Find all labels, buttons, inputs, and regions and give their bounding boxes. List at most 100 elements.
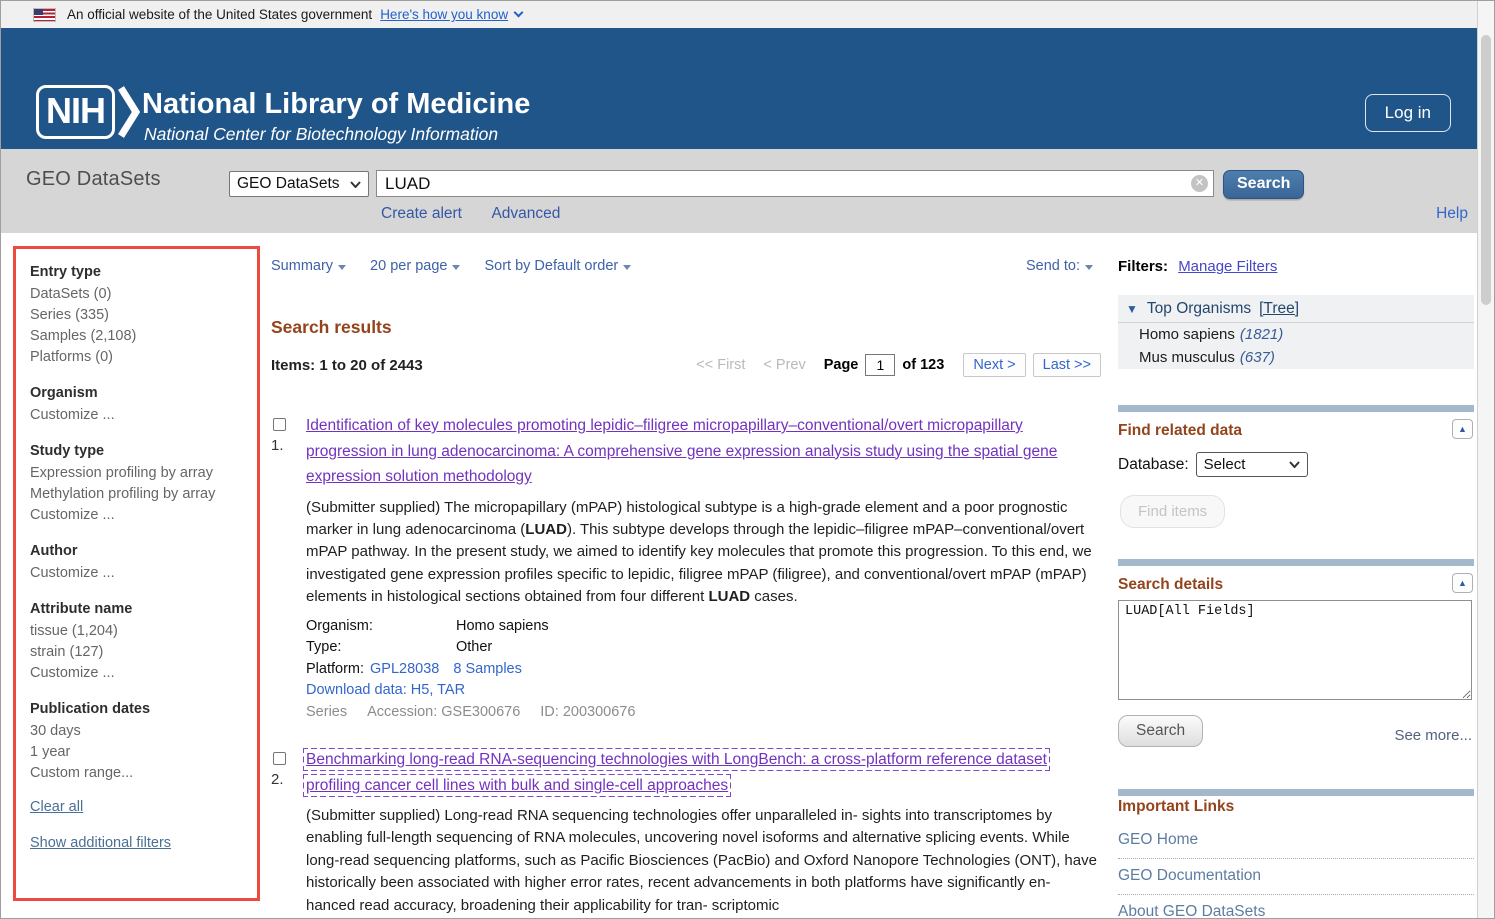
filter-group: Author Customize ...: [30, 541, 247, 583]
filter-item[interactable]: Expression profiling by array: [30, 462, 247, 483]
search-details-search-button[interactable]: Search: [1118, 715, 1204, 747]
advanced-link[interactable]: Advanced: [491, 205, 560, 222]
filter-group-title: Author: [30, 543, 78, 559]
samples-link[interactable]: 8 Samples: [453, 661, 522, 677]
page-total: of 123: [902, 357, 945, 373]
filter-group: Publication dates 30 days 1 year Custom ran…: [30, 699, 247, 783]
summary-dropdown[interactable]: Summary: [271, 258, 347, 274]
page-number-input[interactable]: [865, 354, 896, 376]
search-sub-links: Create alert Advanced: [381, 205, 586, 223]
send-to-dropdown[interactable]: Send to:: [1026, 258, 1093, 274]
search-button[interactable]: Search: [1223, 170, 1305, 199]
show-additional-filters-link[interactable]: Show additional filters: [30, 835, 247, 851]
filters-label: Filters:: [1118, 258, 1169, 275]
filter-item[interactable]: Customize ...: [30, 404, 247, 425]
result-title-link[interactable]: Identification of key molecules promotin…: [306, 417, 1057, 485]
select-chevron-icon: [350, 180, 361, 188]
filter-item[interactable]: tissue (1,204): [30, 620, 247, 641]
result-description: (Submitter supplied) The micropapillary …: [306, 498, 1092, 606]
pagination: << First < Prev Page of 123 Next > Last …: [696, 353, 1101, 377]
content-area: Entry type DataSets (0) Series (335) Sample…: [1, 233, 1494, 918]
last-page-button[interactable]: Last >>: [1032, 353, 1101, 377]
header-title: National Library of Medicine: [142, 88, 531, 120]
top-organisms-box: ▼ Top Organisms [Tree] Homo sapiens (1821…: [1118, 295, 1474, 369]
filter-item[interactable]: Methylation profiling by array: [30, 483, 247, 504]
organism-item[interactable]: Mus musculus (637): [1118, 346, 1474, 369]
series-accession: Accession: GSE300676: [367, 703, 521, 720]
app-title: GEO DataSets: [26, 168, 161, 190]
download-data-link[interactable]: Download data: H5, TAR: [306, 682, 465, 698]
sort-dropdown[interactable]: Sort by Default order: [484, 258, 632, 274]
gov-banner: An official website of the United States…: [1, 1, 1494, 28]
related-database-select[interactable]: Select: [1195, 452, 1308, 477]
scrollbar-thumb[interactable]: [1481, 35, 1491, 305]
organism-count: (637): [1239, 349, 1275, 366]
manage-filters-link[interactable]: Manage Filters: [1178, 258, 1277, 275]
login-button[interactable]: Log in: [1364, 94, 1451, 132]
important-link[interactable]: GEO Home: [1118, 823, 1474, 859]
find-items-button[interactable]: Find items: [1120, 495, 1226, 528]
filter-item[interactable]: strain (127): [30, 641, 247, 662]
next-page-button[interactable]: Next >: [963, 353, 1026, 377]
filter-item[interactable]: Samples (2,108): [30, 325, 247, 346]
help-link[interactable]: Help: [1436, 205, 1468, 223]
important-link[interactable]: About GEO DataSets: [1118, 895, 1474, 918]
filter-item[interactable]: Customize ...: [30, 504, 247, 525]
result-checkbox[interactable]: [273, 752, 286, 766]
database-select[interactable]: GEO DataSets: [229, 171, 369, 197]
filter-item[interactable]: Customize ...: [30, 562, 247, 583]
result-body: Benchmarking long-read RNA-sequencing te…: [303, 747, 1101, 917]
nih-logo-chevron-icon: [118, 86, 140, 138]
result-item: 1. Identification of key molecules promot…: [271, 413, 1101, 723]
filter-item[interactable]: 1 year: [30, 741, 247, 762]
nlm-header: NIH National Library of Medicine Nationa…: [1, 28, 1494, 149]
platform-link[interactable]: GPL28038: [370, 661, 439, 677]
search-details-actions: Search See more...: [1118, 715, 1472, 747]
collapse-up-icon[interactable]: ▲: [1452, 573, 1473, 593]
clear-all-link[interactable]: Clear all: [30, 799, 247, 815]
collapse-triangle-icon[interactable]: ▼: [1126, 302, 1138, 316]
search-results-heading: Search results: [271, 317, 392, 337]
clear-search-icon[interactable]: ✕: [1191, 175, 1208, 192]
filter-item[interactable]: Series (335): [30, 304, 247, 325]
heres-how-link[interactable]: Here's how you know: [380, 7, 508, 22]
filter-group-title: Entry type: [30, 264, 101, 280]
search-input[interactable]: [376, 170, 1214, 197]
result-title-link[interactable]: Benchmarking long-read RNA-sequencing te…: [303, 748, 1050, 797]
collapse-up-icon[interactable]: ▲: [1452, 419, 1473, 439]
find-related-heading: Find related data: [1118, 422, 1243, 439]
search-details-textarea[interactable]: [1118, 600, 1472, 700]
filter-item[interactable]: Platforms (0): [30, 346, 247, 367]
series-id: ID: 200300676: [540, 703, 636, 720]
geo-datasets-page: An official website of the United States…: [0, 0, 1495, 919]
select-chevron-icon: [1288, 461, 1300, 468]
per-page-dropdown[interactable]: 20 per page: [370, 258, 461, 274]
section-divider: [1118, 405, 1474, 412]
result-checkbox[interactable]: [273, 418, 286, 431]
important-link[interactable]: GEO Documentation: [1118, 859, 1474, 895]
filter-item[interactable]: Custom range...: [30, 762, 247, 783]
result-item: 2. Benchmarking long-read RNA-sequencing …: [271, 747, 1101, 917]
scrollbar[interactable]: [1477, 1, 1494, 918]
filter-item[interactable]: DataSets (0): [30, 283, 247, 304]
prev-page-link: < Prev: [763, 357, 806, 373]
filter-item[interactable]: 30 days: [30, 720, 247, 741]
see-more-link[interactable]: See more...: [1394, 727, 1472, 747]
result-body: Identification of key molecules promotin…: [306, 413, 1101, 723]
result-number: 1.: [271, 437, 284, 454]
tree-link[interactable]: [Tree]: [1259, 300, 1299, 318]
metadata-row: Type: Other: [306, 637, 1101, 659]
filter-item[interactable]: Customize ...: [30, 662, 247, 683]
dropdown-triangle-icon: [1085, 265, 1093, 270]
organism-name: Mus musculus: [1139, 349, 1235, 366]
organism-count: (1821): [1239, 326, 1284, 343]
nih-logo[interactable]: NIH: [36, 85, 140, 139]
create-alert-link[interactable]: Create alert: [381, 205, 462, 222]
nih-logo-text: NIH: [36, 85, 115, 139]
metadata-row: Organism: Homo sapiens: [306, 616, 1101, 638]
filter-group-title: Study type: [30, 443, 105, 459]
results-list: 1. Identification of key molecules promot…: [271, 413, 1101, 918]
organism-item[interactable]: Homo sapiens (1821): [1118, 323, 1474, 346]
section-divider: [1118, 789, 1474, 796]
filters-manage-row: Filters: Manage Filters: [1118, 258, 1277, 275]
